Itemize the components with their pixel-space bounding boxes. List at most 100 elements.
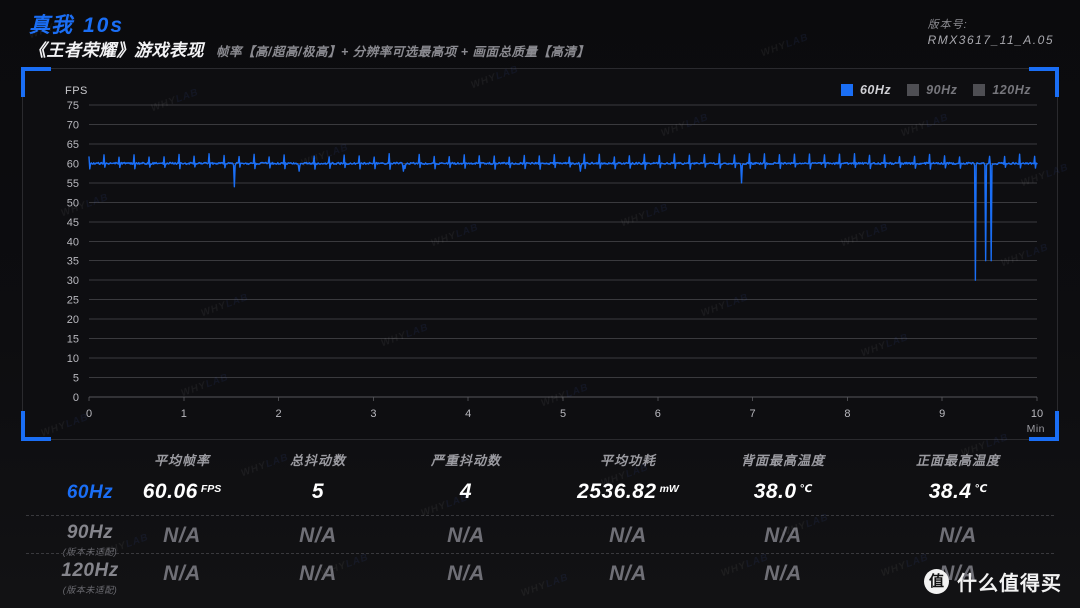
stats-cell: N/A [299, 524, 337, 548]
stats-cell: 5 [312, 480, 324, 504]
x-axis-tick-label: 7 [750, 408, 756, 420]
y-axis-tick-label: 25 [67, 295, 79, 307]
fps-chart-panel: FPS 60Hz 90Hz 120Hz 0 5 10 15 20 25 30 35 40 45 50… [21, 67, 1059, 441]
site-logo-mark-icon: 值 [924, 569, 949, 594]
version-label: 版本号: [927, 19, 968, 31]
stats-cell: N/A [163, 524, 201, 548]
stats-cell: N/A [299, 562, 337, 586]
y-axis-tick-label: 10 [67, 353, 79, 365]
stats-value: N/A [447, 562, 485, 585]
y-axis-tick-label: 75 [67, 100, 79, 112]
stats-unit: ℃ [974, 483, 988, 495]
y-axis-tick-label: 60 [67, 158, 79, 170]
stats-cell: 2536.82 mW [577, 480, 679, 504]
x-axis-unit-label: Min [1026, 423, 1045, 435]
stats-value: 38.0 [753, 480, 797, 503]
y-axis-tick-label: 5 [73, 373, 79, 385]
x-axis-tick-label: 6 [655, 408, 661, 420]
refresh-rate-label: 90Hz [66, 522, 114, 543]
fps-line-chart: 0510152025303540455055606570750 1 2 3 4 5 6 7 8 9… [67, 100, 1043, 420]
stats-value: N/A [299, 562, 337, 585]
stats-value: N/A [299, 524, 337, 547]
stats-value: N/A [609, 524, 647, 547]
stats-cell: 4 [460, 480, 472, 504]
x-axis-tick-label: 3 [370, 408, 376, 420]
y-axis-tick-label: 0 [73, 392, 79, 404]
stats-cell: 60.06 FPS [143, 480, 221, 504]
refresh-rate-label: 120Hz [61, 560, 119, 581]
y-axis-tick-label: 65 [67, 139, 79, 151]
y-axis-tick-label: 15 [67, 334, 79, 346]
stats-cell: N/A [447, 562, 485, 586]
stats-column-header: 正面最高温度 [915, 453, 1001, 468]
stats-column-header: 总抖动数 [289, 453, 347, 468]
y-axis-tick-label: 50 [67, 197, 79, 209]
subtitle-main: 《王者荣耀》游戏表现 [29, 41, 204, 60]
y-axis-tick-label: 70 [67, 119, 79, 131]
stats-cell: N/A [163, 562, 201, 586]
y-axis-tick-label: 20 [67, 314, 79, 326]
stats-cell: N/A [609, 524, 647, 548]
stats-cell: 38.4 ℃ [929, 480, 988, 504]
stats-row-120hz: 120Hz (版本未适配) N/A N/A N/A N/A N/A N/A [0, 553, 1080, 596]
stats-value: 4 [459, 480, 473, 503]
stats-value: 38.4 [928, 480, 972, 503]
stats-column-header: 背面最高温度 [740, 453, 826, 468]
stats-column-header: 平均功耗 [599, 453, 657, 468]
x-axis-tick-label: 2 [276, 408, 282, 420]
stats-value: N/A [764, 524, 802, 547]
stats-value: N/A [447, 524, 485, 547]
refresh-rate-label: 60Hz [66, 482, 114, 503]
stats-value: N/A [163, 524, 201, 547]
version-info: 版本号: RMX3617_11_A.05 [928, 18, 1054, 48]
stats-value: 5 [311, 480, 325, 503]
row-divider [26, 553, 1054, 554]
stats-cell: 38.0 ℃ [754, 480, 813, 504]
x-axis-tick-label: 8 [844, 408, 850, 420]
stats-value: N/A [163, 562, 201, 585]
stats-cell: N/A [447, 524, 485, 548]
x-axis-tick-label: 0 [86, 408, 92, 420]
chart-plot-area: 0 5 10 15 20 25 30 35 40 45 50 55 60 65 70 75 0 1 2 3 4 5 6 7 8 9… [23, 69, 1057, 439]
stats-value: N/A [764, 562, 802, 585]
site-logo-text: 什么值得买 [957, 573, 1062, 595]
y-axis-tick-label: 35 [67, 256, 79, 268]
x-axis-tick-label: 1 [181, 408, 187, 420]
brand-name: 真我 [29, 14, 73, 37]
header: 真我 10s 《王者荣耀》游戏表现 帧率【高/超高/极高】+ 分辨率可选最高项 +… [0, 0, 1080, 62]
x-axis-tick-label: 10 [1031, 408, 1043, 420]
x-axis-tick-label: 9 [939, 408, 945, 420]
stats-cell: N/A [609, 562, 647, 586]
device-model: 10s [83, 14, 125, 37]
stats-row-60hz: 60Hz 60.06 FPS 5 4 2536.82 mW 38.0 ℃ 38.4 ℃ [0, 476, 1080, 514]
stats-column-header: 严重抖动数 [430, 453, 502, 468]
stats-value: N/A [609, 562, 647, 585]
row-divider [26, 515, 1054, 516]
stats-row-label: 60Hz [67, 482, 113, 504]
subtitle-detail: 帧率【高/超高/极高】+ 分辨率可选最高项 + 画面总质量【高清】 [216, 45, 590, 59]
stats-table-header: 平均帧率 总抖动数 严重抖动数 平均功耗 背面最高温度 正面最高温度 [0, 444, 1080, 476]
y-axis-tick-label: 55 [67, 178, 79, 190]
subtitle: 《王者荣耀》游戏表现 帧率【高/超高/极高】+ 分辨率可选最高项 + 画面总质量… [29, 36, 589, 61]
stats-value: 2536.82 [577, 480, 657, 503]
x-axis-tick-label: 4 [465, 408, 471, 420]
stats-value: 60.06 [142, 480, 198, 503]
stats-value: N/A [939, 524, 977, 547]
refresh-rate-note: (版本未适配) [62, 547, 118, 557]
page-title: 真我 10s [29, 9, 124, 39]
y-axis-tick-label: 30 [67, 275, 79, 287]
y-axis-tick-label: 40 [67, 236, 79, 248]
stats-unit: mW [659, 483, 679, 495]
refresh-rate-note: (版本未适配) [62, 585, 118, 595]
stats-cell: N/A [764, 524, 802, 548]
x-axis-tick-label: 5 [560, 408, 566, 420]
stats-cell: N/A [764, 562, 802, 586]
site-logo: 值 什么值得买 [924, 567, 1062, 596]
stats-unit: FPS [200, 483, 222, 495]
stats-row-label: 120Hz (版本未适配) [61, 560, 118, 596]
version-value: RMX3617_11_A.05 [927, 33, 1054, 47]
stats-table: 平均帧率 总抖动数 严重抖动数 平均功耗 背面最高温度 正面最高温度 60Hz 60.06 F… [0, 444, 1080, 608]
stats-column-header: 平均帧率 [153, 453, 211, 468]
stats-cell: N/A [939, 524, 977, 548]
y-axis-tick-label: 45 [67, 217, 79, 229]
